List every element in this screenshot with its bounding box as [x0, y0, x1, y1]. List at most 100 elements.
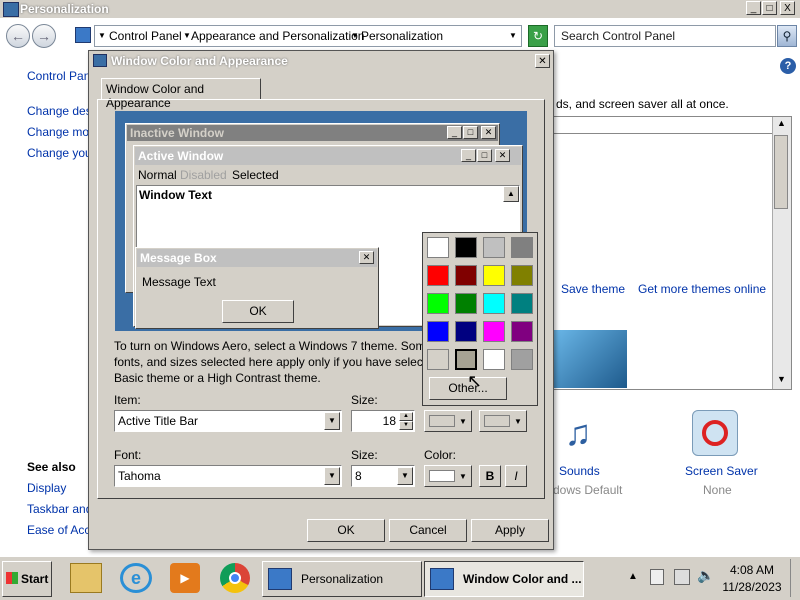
- active-title: Active Window: [138, 149, 224, 163]
- ease-of-access-link[interactable]: Ease of Acce: [27, 523, 97, 537]
- font-color-swatch: [429, 470, 455, 482]
- show-hidden-icons-icon[interactable]: ▲: [628, 571, 638, 582]
- screen-saver-link[interactable]: Screen Saver: [685, 464, 758, 478]
- color-swatch[interactable]: [511, 293, 533, 314]
- font-label: Font:: [114, 448, 142, 462]
- font-select[interactable]: Tahoma ▼: [114, 465, 342, 487]
- close-button[interactable]: X: [780, 1, 795, 15]
- sounds-link[interactable]: Sounds: [559, 464, 600, 478]
- color-swatch[interactable]: [427, 237, 449, 258]
- folder-icon[interactable]: [70, 563, 102, 593]
- dialog-close-button[interactable]: ✕: [535, 54, 550, 68]
- color-swatch[interactable]: [455, 293, 477, 314]
- italic-button[interactable]: I: [505, 465, 527, 487]
- network-icon[interactable]: [674, 569, 690, 585]
- save-theme-link[interactable]: Save theme: [561, 282, 625, 296]
- personalization-title-bar[interactable]: Personalization _ □ X: [0, 0, 800, 19]
- search-icon[interactable]: ⚲: [777, 25, 797, 47]
- maximize-icon: □: [477, 149, 492, 162]
- taskbar-link[interactable]: Taskbar and: [27, 502, 92, 516]
- chevron-down-icon[interactable]: ▼: [183, 31, 191, 40]
- theme-gallery[interactable]: ▲ ▼ Save theme Get more themes online: [550, 116, 792, 390]
- color-swatch[interactable]: [455, 321, 477, 342]
- address-bar[interactable]: ▼ Control Panel ▼ Appearance and Persona…: [94, 25, 522, 47]
- color-swatch[interactable]: [511, 237, 533, 258]
- sounds-icon[interactable]: ♫: [556, 410, 600, 456]
- color-swatch[interactable]: [511, 349, 533, 370]
- item-select[interactable]: Active Title Bar ▼: [114, 410, 342, 432]
- gallery-scrollbar[interactable]: ▲ ▼: [772, 117, 791, 389]
- minimize-button[interactable]: _: [746, 1, 761, 15]
- cancel-button[interactable]: Cancel: [389, 519, 467, 542]
- show-desktop-button[interactable]: [790, 559, 799, 597]
- color-swatch[interactable]: [483, 293, 505, 314]
- spin-down-icon[interactable]: ▼: [399, 421, 413, 430]
- theme-thumbnail[interactable]: [553, 330, 627, 388]
- scroll-up-icon[interactable]: ▲: [777, 118, 786, 128]
- apply-button[interactable]: Apply: [471, 519, 549, 542]
- dialog-title-bar[interactable]: Window Color and Appearance ✕: [89, 51, 553, 71]
- color-swatch[interactable]: [511, 321, 533, 342]
- breadcrumb-personalization[interactable]: Personalization: [361, 29, 443, 43]
- change-account-picture-link[interactable]: Change your: [27, 146, 96, 160]
- maximize-button[interactable]: □: [762, 1, 777, 15]
- color-swatch[interactable]: [483, 321, 505, 342]
- task1-label: Personalization: [301, 572, 384, 586]
- color-swatch[interactable]: [427, 321, 449, 342]
- tab-window-color[interactable]: Window Color and Appearance: [101, 78, 261, 110]
- chevron-down-icon[interactable]: ▼: [351, 31, 359, 40]
- dialog-title: Window Color and Appearance: [111, 54, 288, 68]
- color1-button[interactable]: ▼: [424, 410, 472, 432]
- chevron-down-icon[interactable]: ▼: [397, 467, 413, 485]
- font-color-button[interactable]: ▼: [424, 465, 472, 487]
- chevron-down-icon: ▼: [459, 417, 467, 426]
- color2-button[interactable]: ▼: [479, 410, 527, 432]
- scroll-thumb[interactable]: [774, 135, 788, 209]
- color-swatch[interactable]: [427, 349, 449, 370]
- back-arrow-icon[interactable]: ←: [6, 24, 30, 48]
- media-player-icon[interactable]: ▶: [170, 563, 200, 593]
- chevron-down-icon[interactable]: ▼: [324, 467, 340, 485]
- bold-button[interactable]: B: [479, 465, 501, 487]
- clock-time[interactable]: 4:08 AM: [720, 563, 784, 577]
- color-swatch[interactable]: [455, 265, 477, 286]
- chrome-icon[interactable]: [220, 563, 250, 593]
- volume-icon[interactable]: 🔈: [697, 567, 714, 584]
- color-swatch[interactable]: [427, 293, 449, 314]
- dialog-icon: [430, 568, 454, 590]
- refresh-icon[interactable]: ↻: [528, 25, 548, 47]
- internet-explorer-icon[interactable]: e: [120, 563, 152, 593]
- action-center-icon[interactable]: [650, 569, 664, 585]
- color-swatch[interactable]: [483, 237, 505, 258]
- control-panel-home-link[interactable]: Control Pane: [27, 69, 97, 83]
- color-swatch[interactable]: [511, 265, 533, 286]
- chevron-down-icon[interactable]: ▼: [98, 31, 106, 40]
- display-link[interactable]: Display: [27, 481, 66, 495]
- address-dropdown-icon[interactable]: ▼: [509, 31, 517, 40]
- taskbar-window-color[interactable]: Window Color and ...: [424, 561, 584, 597]
- screen-saver-icon[interactable]: [692, 410, 738, 456]
- clock-date[interactable]: 11/28/2023: [720, 580, 784, 594]
- start-button[interactable]: Start: [2, 561, 52, 597]
- spin-up-icon[interactable]: ▲: [399, 412, 413, 421]
- font-size-select[interactable]: 8 ▼: [351, 465, 415, 487]
- color-swatch[interactable]: [427, 265, 449, 286]
- change-mouse-pointers-link[interactable]: Change mou: [27, 125, 96, 139]
- color-swatch-selected[interactable]: [455, 349, 477, 370]
- taskbar-personalization[interactable]: Personalization: [262, 561, 422, 597]
- message-text: Message Text: [142, 275, 216, 289]
- color-swatch[interactable]: [455, 237, 477, 258]
- scroll-down-icon[interactable]: ▼: [777, 374, 786, 384]
- mouse-cursor-icon: ↖: [467, 371, 483, 391]
- item-size-input[interactable]: 18 ▲ ▼: [351, 410, 415, 432]
- color-swatch[interactable]: [483, 265, 505, 286]
- search-input[interactable]: Search Control Panel: [554, 25, 776, 47]
- ok-button[interactable]: OK: [307, 519, 385, 542]
- get-more-themes-link[interactable]: Get more themes online: [638, 282, 766, 296]
- color-swatch[interactable]: [483, 349, 505, 370]
- help-icon[interactable]: ?: [780, 58, 796, 74]
- forward-arrow-icon[interactable]: →: [32, 24, 56, 48]
- breadcrumb-control-panel[interactable]: Control Panel: [109, 29, 182, 43]
- chevron-down-icon[interactable]: ▼: [324, 412, 340, 430]
- breadcrumb-appearance[interactable]: Appearance and Personalization: [191, 29, 364, 43]
